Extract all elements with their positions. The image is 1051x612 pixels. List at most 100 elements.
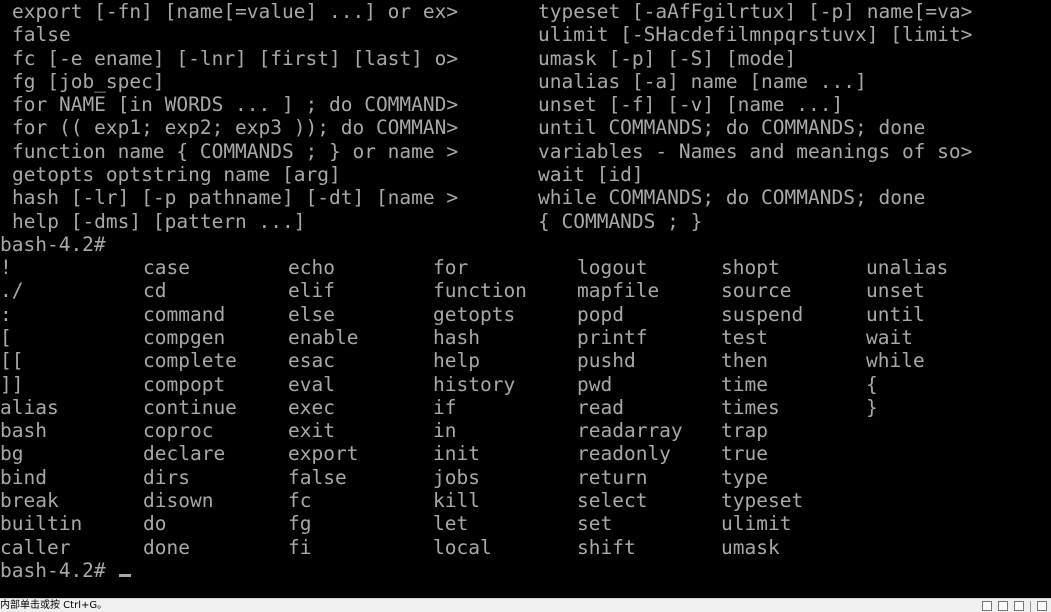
help-line: false <box>12 23 71 47</box>
completion-item: enable <box>288 325 359 349</box>
completion-item: in <box>433 419 457 443</box>
help-line: export [-fn] [name[=value] ...] or ex> <box>12 0 459 23</box>
shell-prompt-active[interactable]: bash-4.2# <box>0 559 132 582</box>
completion-item: function <box>433 279 527 303</box>
vm-status-bar: 内部单击或按 Ctrl+G。 <box>0 598 1051 612</box>
sound-icon[interactable] <box>1014 601 1024 611</box>
completion-item: set <box>577 512 613 536</box>
shell-prompt: bash-4.2# <box>0 233 106 256</box>
completion-item: bg <box>0 442 24 466</box>
completion-item: } <box>866 395 878 419</box>
help-line: wait [id] <box>538 163 644 187</box>
text-cursor <box>119 574 132 577</box>
completion-item: shopt <box>721 256 780 279</box>
completion-item: init <box>433 442 480 466</box>
help-line: unalias [-a] name [name ...] <box>538 69 867 93</box>
completion-item: return <box>577 465 648 489</box>
completion-item: true <box>721 442 768 466</box>
help-line: umask [-p] [-S] [mode] <box>538 46 797 70</box>
completion-item: false <box>288 465 347 489</box>
completion-item: bash <box>0 419 47 443</box>
completion-item: logout <box>577 256 648 279</box>
completion-item: { <box>866 372 878 396</box>
completion-item: type <box>721 465 768 489</box>
completion-item: time <box>721 372 768 396</box>
completion-item: fc <box>288 489 312 512</box>
fullscreen-icon[interactable] <box>1037 601 1047 611</box>
completion-item: builtin <box>0 512 83 536</box>
completion-item: shift <box>577 535 636 559</box>
help-line: function name { COMMANDS ; } or name > <box>12 139 459 163</box>
help-line: typeset [-aAfFgilrtux] [-p] name[=va> <box>538 0 973 23</box>
completion-item: help <box>433 349 480 373</box>
completion-item: kill <box>433 489 480 512</box>
completion-item: alias <box>0 395 59 419</box>
completion-item: history <box>433 372 516 396</box>
help-line: unset [-f] [-v] [name ...] <box>538 93 844 117</box>
completion-item: compopt <box>143 372 226 396</box>
completion-item: esac <box>288 349 335 373</box>
completion-item: fg <box>288 512 312 536</box>
completion-item: for <box>433 256 469 279</box>
completion-item: ]] <box>0 372 24 396</box>
status-icons <box>976 600 1047 612</box>
prompt-text: bash-4.2# <box>0 559 106 582</box>
completion-item: elif <box>288 279 335 303</box>
help-line: until COMMANDS; do COMMANDS; done <box>538 116 926 140</box>
completion-item: pushd <box>577 349 636 373</box>
completion-item: echo <box>288 256 335 279</box>
completion-item: case <box>143 256 190 279</box>
completion-item: eval <box>288 372 335 396</box>
completion-item: exit <box>288 419 335 443</box>
completion-item: ! <box>0 256 12 279</box>
completion-item: mapfile <box>577 279 660 303</box>
help-line: fc [-e ename] [-lnr] [first] [last] o> <box>12 46 459 70</box>
completion-item: done <box>143 535 190 559</box>
help-line: for (( exp1; exp2; exp3 )); do COMMAN> <box>12 116 459 140</box>
completion-item: local <box>433 535 492 559</box>
completion-item: export <box>288 442 359 466</box>
completion-item: else <box>288 302 335 326</box>
help-line: getopts optstring name [arg] <box>12 163 341 187</box>
completion-item: bind <box>0 465 47 489</box>
terminal-screen[interactable]: export [-fn] [name[=value] ...] or ex> fa… <box>0 0 1051 598</box>
completion-item: getopts <box>433 302 516 326</box>
help-line: { COMMANDS ; } <box>538 209 703 233</box>
completion-item: printf <box>577 325 648 349</box>
terminal-output: export [-fn] [name[=value] ...] or ex> fa… <box>0 0 972 582</box>
completion-item: until <box>866 302 925 326</box>
completion-item: compgen <box>143 325 226 349</box>
completion-item: do <box>143 512 167 536</box>
completion-item: [ <box>0 325 12 349</box>
prompt-text: bash-4.2# <box>0 233 106 256</box>
completion-item: caller <box>0 535 71 559</box>
completion-grid: ! ./:[[[]] alias bash bg bind break builtin call… <box>0 256 1051 559</box>
help-column-left: export [-fn] [name[=value] ...] or ex> fa… <box>12 0 512 233</box>
completion-item: declare <box>143 442 226 466</box>
completion-item: readonly <box>577 442 671 466</box>
hard-disk-icon[interactable] <box>982 601 992 611</box>
completion-item: hash <box>433 325 480 349</box>
completion-item: dirs <box>143 465 190 489</box>
help-line: ulimit [-SHacdefilmnpqrstuvx] [limit> <box>538 23 973 47</box>
help-line: help [-dms] [pattern ...] <box>12 209 306 233</box>
completion-item: select <box>577 489 648 512</box>
status-hint-text: 内部单击或按 Ctrl+G。 <box>0 600 108 611</box>
separator-icon <box>1030 600 1031 612</box>
completion-item: complete <box>143 349 237 373</box>
completion-item: unalias <box>866 256 949 279</box>
network-icon[interactable] <box>998 601 1008 611</box>
completion-item: coproc <box>143 419 214 443</box>
completion-item: continue <box>143 395 237 419</box>
completion-item: [[ <box>0 349 24 373</box>
completion-item: while <box>866 349 925 373</box>
completion-item: disown <box>143 489 214 512</box>
completion-item: break <box>0 489 59 512</box>
help-line: hash [-lr] [-p pathname] [-dt] [name > <box>12 186 459 210</box>
completion-item: : <box>0 302 12 326</box>
completion-item: pwd <box>577 372 613 396</box>
completion-item: fi <box>288 535 312 559</box>
completion-item: ./ <box>0 279 24 303</box>
completion-item: times <box>721 395 780 419</box>
completion-item: trap <box>721 419 768 443</box>
